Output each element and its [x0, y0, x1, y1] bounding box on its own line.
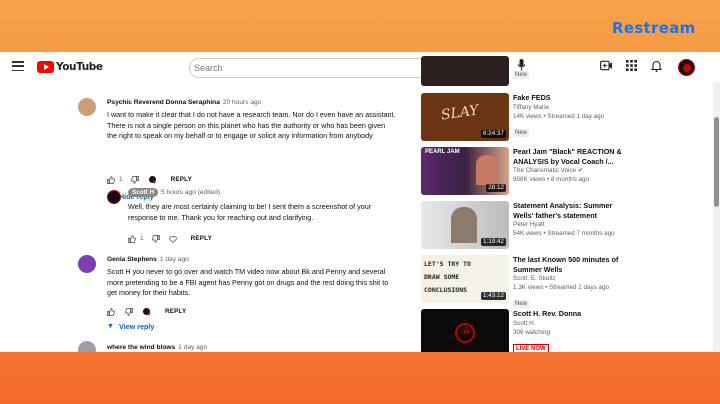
- commenter-avatar[interactable]: [78, 98, 96, 116]
- video-title[interactable]: Scott H. Rev. Donna: [513, 309, 623, 319]
- related-video-card[interactable]: New: [421, 56, 711, 86]
- comments-section: Psychic Reverend Donna Seraphina 20 hours…: [0, 82, 410, 352]
- video-duration: 1:19:42: [480, 238, 506, 246]
- comment-time[interactable]: 20 hours ago: [223, 99, 262, 106]
- thumbnail-person: [476, 155, 498, 185]
- comment-author[interactable]: Genia Stephens: [107, 256, 157, 263]
- video-thumbnail[interactable]: SLAY 6:24:37: [421, 93, 509, 141]
- view-replies-label: View reply: [118, 322, 155, 331]
- commenter-avatar[interactable]: [78, 341, 96, 352]
- youtube-window: YouTube Search Psychic Reverend Donna Se…: [0, 52, 720, 352]
- video-duration: 28:12: [486, 184, 506, 192]
- channel-name[interactable]: Scott H.: [513, 319, 623, 328]
- like-thumb-icon[interactable]: [107, 308, 115, 316]
- video-title[interactable]: Pearl Jam "Black" REACTION & ANALYSIS by…: [513, 147, 631, 166]
- video-title[interactable]: The last Known 500 minutes of Summer Wel…: [513, 255, 623, 274]
- live-now-badge: LIVE NOW: [513, 343, 549, 352]
- video-duration: 6:24:37: [480, 130, 506, 138]
- comment-author[interactable]: where the wind blows: [107, 344, 175, 351]
- reply-author-avatar[interactable]: [107, 190, 121, 204]
- comment-time[interactable]: 1 day ago: [160, 256, 189, 263]
- thumbnail-text: LET'S TRY TO DRAW SOME CONCLUSIONS: [424, 260, 471, 294]
- verified-check-icon: ✔: [577, 167, 584, 175]
- like-thumb-icon[interactable]: [128, 235, 136, 243]
- channel-row: The Charismatic Voice ✔: [513, 166, 631, 175]
- reply-button[interactable]: REPLY: [165, 307, 186, 317]
- video-thumbnail[interactable]: PEARL JAM 28:12: [421, 147, 509, 195]
- channel-name[interactable]: The Charismatic Voice: [513, 167, 576, 174]
- thumbnail-text: PEARL JAM: [425, 149, 460, 155]
- reply-time[interactable]: 5 hours ago (edited): [161, 189, 220, 196]
- creator-heart-icon: ♥: [143, 308, 151, 318]
- comment-actions: ♥ REPLY: [107, 307, 186, 318]
- like-count: 1: [119, 176, 123, 183]
- like-thumb-icon[interactable]: [107, 176, 115, 184]
- chevron-down-icon: ▼: [107, 323, 114, 330]
- scrollbar-thumb[interactable]: [714, 117, 719, 207]
- comment-text: I want to make it clear that I do not ha…: [107, 110, 396, 141]
- creator-heart-icon: ♥: [148, 176, 157, 186]
- related-video-card[interactable]: LET'S TRY TO DRAW SOME CONCLUSIONS 1:43:…: [421, 255, 711, 309]
- comment-header: where the wind blows 1 day ago: [107, 343, 397, 352]
- new-badge: New: [513, 71, 530, 79]
- dislike-thumb-icon[interactable]: [130, 176, 139, 184]
- comment-time[interactable]: 1 day ago: [178, 344, 207, 351]
- new-badge: New: [513, 128, 530, 137]
- channel-name[interactable]: Peter Hyatt: [513, 220, 623, 229]
- video-thumbnail[interactable]: 1:19:42: [421, 201, 509, 249]
- related-videos-sidebar: New SLAY 6:24:37 Fake FEDS Tiffany Marie…: [421, 56, 711, 352]
- video-meta: 306 watching: [513, 328, 551, 336]
- view-replies-toggle[interactable]: ▼ View reply: [107, 322, 154, 332]
- video-thumbnail[interactable]: [421, 56, 509, 86]
- reply-text: Well, they are most certainly claiming t…: [128, 202, 372, 222]
- dislike-thumb-icon[interactable]: [151, 235, 160, 243]
- youtube-play-icon: [37, 61, 54, 73]
- video-title[interactable]: Statement Analysis: Summer Wells' father…: [513, 201, 623, 220]
- related-video-card[interactable]: ॐ Scott H. Rev. Donna Scott H. 306 watch…: [421, 309, 711, 352]
- new-badge: New: [513, 300, 530, 309]
- youtube-logo-text: YouTube: [56, 61, 103, 73]
- video-duration: 1:43:12: [480, 292, 506, 300]
- video-thumbnail[interactable]: ॐ: [421, 309, 509, 352]
- comment-actions: 1 ♥ REPLY: [107, 175, 192, 186]
- video-meta: 1.3K views • Streamed 2 days ago: [513, 284, 610, 292]
- video-meta: 958K views • 8 months ago: [513, 176, 590, 184]
- thumbnail-person: [451, 207, 477, 243]
- comment-author[interactable]: Psychic Reverend Donna Seraphina: [107, 99, 220, 106]
- reply-header: Scott H5 hours ago (edited): [128, 188, 393, 198]
- channel-name[interactable]: Scott. E. Skullz: [513, 274, 623, 283]
- video-thumbnail[interactable]: LET'S TRY TO DRAW SOME CONCLUSIONS 1:43:…: [421, 255, 509, 303]
- reply-author-badge[interactable]: Scott H: [128, 188, 159, 197]
- video-title[interactable]: Fake FEDS: [513, 93, 623, 103]
- commenter-avatar[interactable]: [78, 255, 96, 273]
- restream-logo: Restream: [612, 19, 696, 37]
- related-video-card[interactable]: PEARL JAM 28:12 Pearl Jam "Black" REACTI…: [421, 147, 711, 195]
- comment-header: Genia Stephens 1 day ago: [107, 255, 397, 265]
- reply-button[interactable]: REPLY: [171, 175, 192, 185]
- video-meta: 54K views • Streamed 7 months ago: [513, 230, 615, 238]
- comment-text: Scott H you never to go over and watch T…: [107, 267, 389, 298]
- channel-emblem-icon: ॐ: [455, 323, 475, 343]
- thumbnail-text: SLAY: [440, 102, 480, 124]
- related-video-card[interactable]: SLAY 6:24:37 Fake FEDS Tiffany Marie 14K…: [421, 93, 711, 141]
- dislike-thumb-icon[interactable]: [125, 308, 133, 316]
- reply-button[interactable]: REPLY: [191, 234, 212, 244]
- channel-name[interactable]: Tiffany Marie: [513, 103, 623, 112]
- related-video-card[interactable]: 1:19:42 Statement Analysis: Summer Wells…: [421, 201, 711, 249]
- heart-outline-icon[interactable]: [168, 235, 177, 243]
- video-meta: 14K views • Streamed 1 day ago: [513, 112, 605, 120]
- hamburger-menu-icon[interactable]: [12, 61, 24, 72]
- reply-actions: 1 REPLY: [128, 234, 212, 244]
- comment-header: Psychic Reverend Donna Seraphina 20 hours…: [107, 98, 397, 108]
- like-count: 1: [140, 235, 144, 242]
- youtube-logo[interactable]: YouTube: [37, 61, 103, 73]
